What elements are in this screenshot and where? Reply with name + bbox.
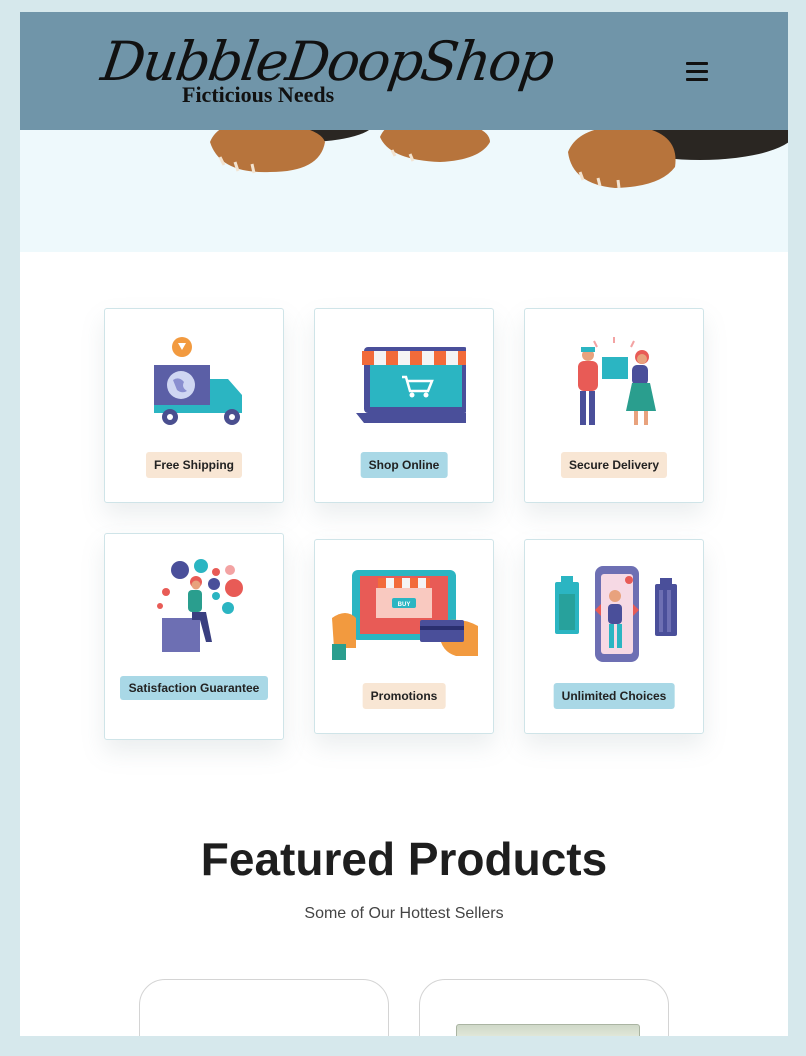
feature-label-free-shipping: Free Shipping (145, 452, 243, 478)
product-card[interactable] (419, 979, 669, 1036)
featured-products-subtitle: Some of Our Hottest Sellers (304, 905, 504, 922)
feature-card-free-shipping[interactable]: Free Shipping (104, 308, 284, 503)
site-header: DubbleDoopShop Ficticious Needs (20, 12, 788, 130)
page: DubbleDoopShop Ficticious Needs Free Shi… (20, 12, 788, 1036)
product-card[interactable] (139, 979, 389, 1036)
feature-label-satisfaction-guarantee: Satisfaction Guarantee (120, 676, 268, 700)
feature-card-satisfaction-guarantee[interactable]: Satisfaction Guarantee (104, 533, 284, 740)
feature-label-shop-online: Shop Online (360, 452, 448, 478)
feature-card-shop-online[interactable]: Shop Online (314, 308, 494, 503)
delivery-truck-icon (154, 337, 242, 425)
social-bubbles-icon (157, 559, 243, 652)
feature-card-secure-delivery[interactable]: Secure Delivery (524, 308, 704, 503)
logo-subtitle: Ficticious Needs (182, 82, 335, 107)
hamburger-menu-icon[interactable] (686, 62, 708, 81)
tablet-buy-icon: BUY (332, 570, 478, 660)
feature-label-secure-delivery: Secure Delivery (560, 452, 668, 478)
battery-choices-icon (555, 566, 677, 662)
feature-card-promotions[interactable]: BUY Promotions (314, 539, 494, 734)
svg-text:BUY: BUY (398, 602, 411, 608)
package-handoff-icon (578, 337, 656, 425)
laptop-shop-icon (356, 347, 466, 423)
feature-label-promotions: Promotions (362, 683, 446, 709)
product-image (456, 1024, 640, 1036)
feature-label-unlimited-choices: Unlimited Choices (553, 683, 675, 709)
feature-card-unlimited-choices[interactable]: Unlimited Choices (524, 539, 704, 734)
featured-products-title: Featured Products (200, 833, 608, 885)
